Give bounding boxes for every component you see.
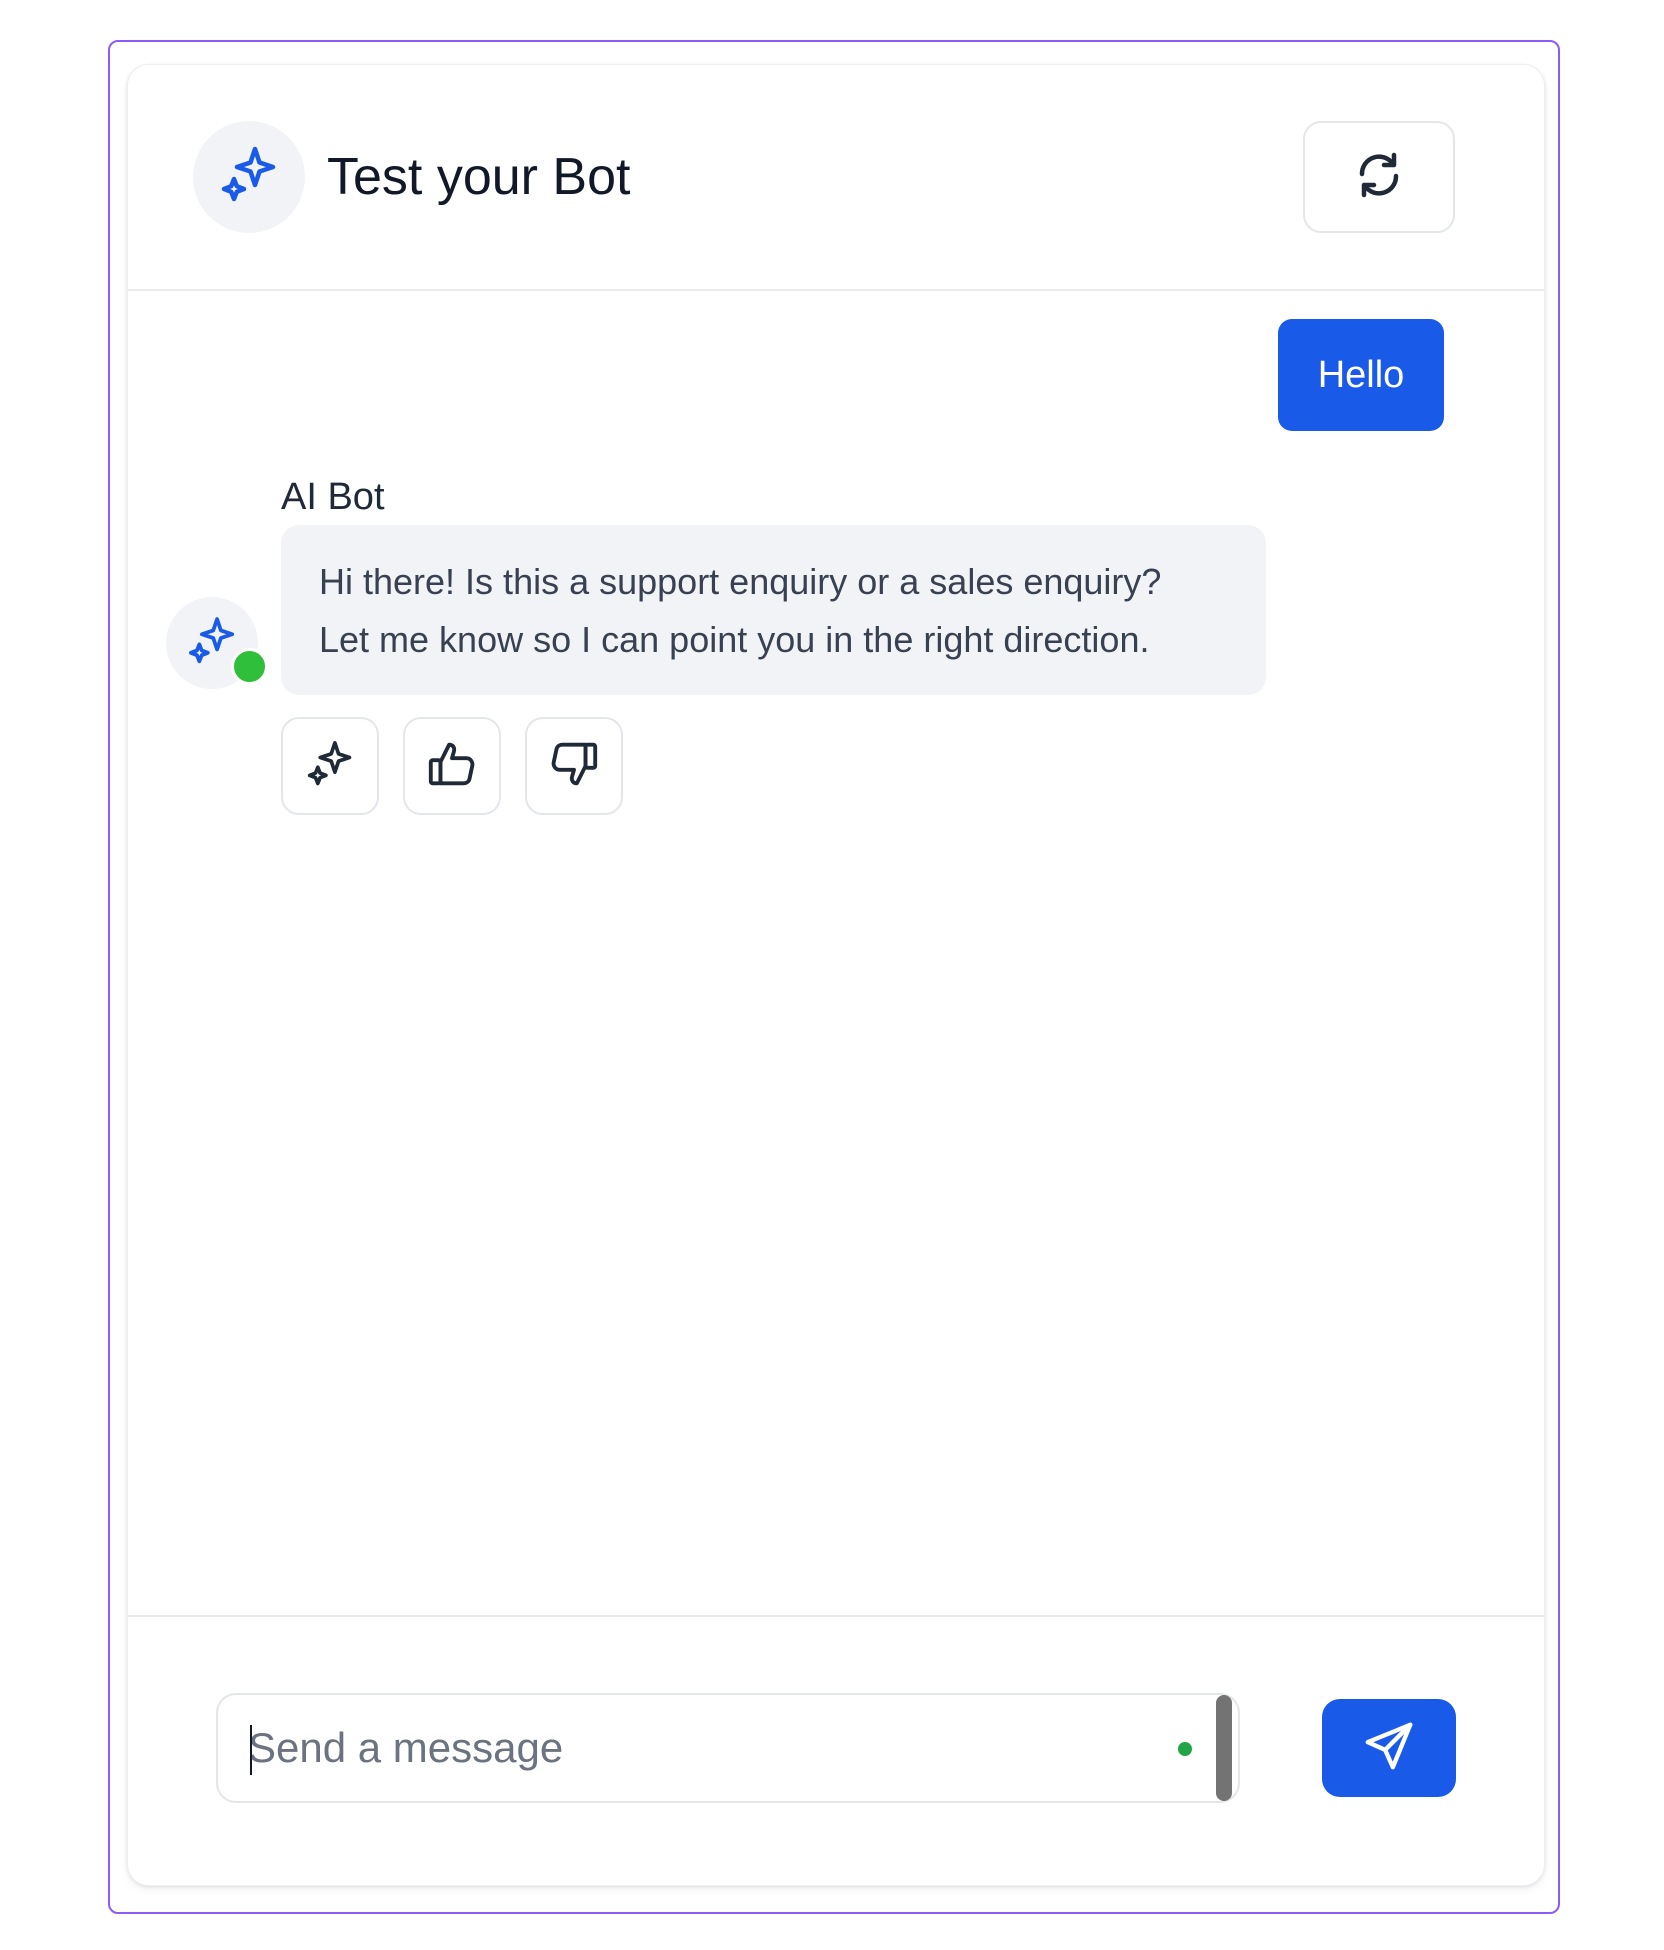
user-message-bubble: Hello [1278,319,1444,431]
chat-panel: Test your Bot Hello AI Bot Hi there! Is … [127,64,1545,1886]
thumbs-down-icon [547,737,601,796]
thumbs-up-button[interactable] [403,717,501,815]
bot-message-bubble: Hi there! Is this a support enquiry or a… [281,525,1266,695]
bot-name-label: AI Bot [281,476,385,518]
bot-header-avatar [193,121,305,233]
refresh-button[interactable] [1303,121,1455,233]
send-icon [1362,1719,1416,1778]
bot-message-line: Hi there! Is this a support enquiry or a… [319,561,1162,602]
message-input[interactable] [248,1715,1128,1781]
online-status-dot [231,648,268,685]
chat-header: Test your Bot [128,65,1544,291]
regenerate-button[interactable] [281,717,379,815]
thumbs-down-button[interactable] [525,717,623,815]
bot-message-line: Let me know so I can point you in the ri… [319,619,1150,660]
refresh-icon [1351,147,1407,208]
resize-handle[interactable] [1216,1695,1232,1801]
thumbs-up-icon [425,737,479,796]
text-cursor [250,1725,252,1775]
sparkles-icon [304,738,356,795]
composer [128,1615,1544,1885]
send-button[interactable] [1322,1699,1456,1797]
page-title: Test your Bot [327,148,631,206]
user-message-text: Hello [1317,353,1405,396]
message-input-container[interactable] [216,1693,1240,1803]
sparkles-icon [217,143,281,212]
status-dot [1178,1742,1192,1756]
